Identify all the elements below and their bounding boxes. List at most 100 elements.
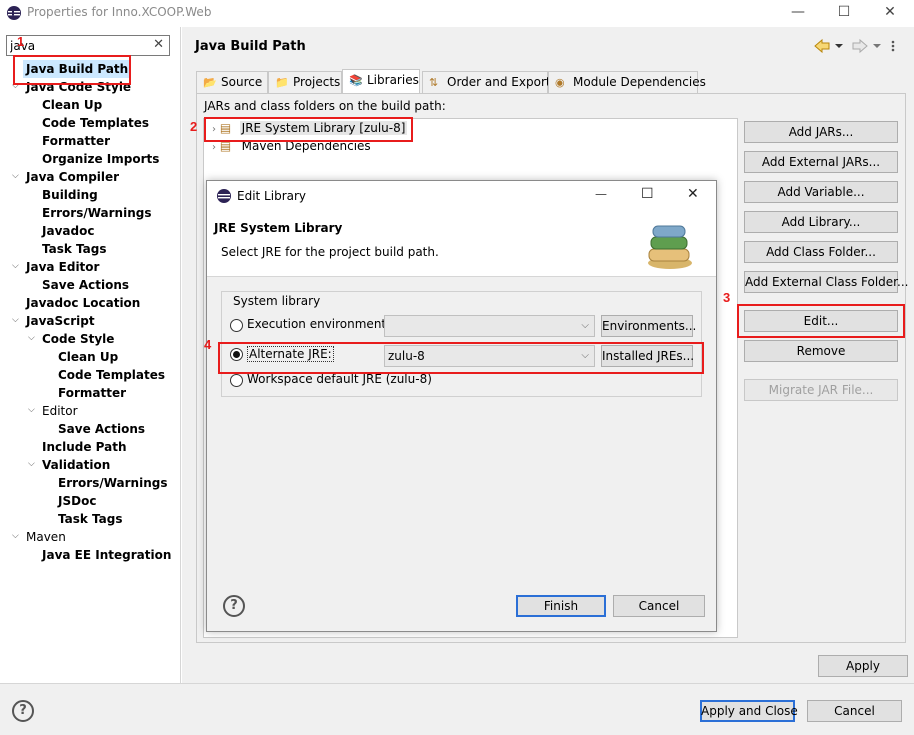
tree-item[interactable]: Task Tags	[42, 240, 107, 258]
library-entry-maven[interactable]: › ▤ Maven Dependencies	[212, 139, 373, 153]
add-library-button[interactable]: Add Library...	[744, 211, 898, 233]
tree-item[interactable]: Organize Imports	[42, 150, 159, 168]
filter-field[interactable]: ✕	[6, 35, 170, 56]
filter-input[interactable]	[7, 36, 147, 55]
finish-button[interactable]: Finish	[516, 595, 606, 617]
workspace-default-label: Workspace default JRE (zulu-8)	[247, 372, 432, 386]
tree-item[interactable]: JavaScript	[26, 312, 95, 330]
workspace-default-radio[interactable]	[230, 374, 243, 387]
tab-libraries[interactable]: 📚 Libraries	[342, 69, 420, 93]
apply-button[interactable]: Apply	[818, 655, 908, 677]
chevron-down-icon: ⌵	[581, 320, 589, 331]
tree-item[interactable]: Errors/Warnings	[42, 204, 151, 222]
tree-item[interactable]: Code Templates	[58, 366, 165, 384]
dialog-maximize-button[interactable]: ☐	[641, 186, 654, 202]
back-menu-chevron-icon[interactable]	[835, 44, 843, 48]
add-variable-button[interactable]: Add Variable...	[744, 181, 898, 203]
dialog-header-title: JRE System Library	[214, 221, 343, 235]
tree-item[interactable]: Formatter	[58, 384, 126, 402]
tree-item[interactable]: Clean Up	[58, 348, 118, 366]
tree-item[interactable]: Java Build Path	[23, 60, 132, 78]
cancel-button[interactable]: Cancel	[807, 700, 902, 722]
add-external-jars-button[interactable]: Add External JARs...	[744, 151, 898, 173]
tree-item[interactable]: Java EE Integration	[42, 546, 171, 564]
expand-chevron-icon[interactable]: ⌵	[28, 333, 38, 343]
tab-source[interactable]: 📂 Source	[196, 71, 268, 93]
tree-item-label: JavaScript	[26, 314, 95, 328]
forward-menu-chevron-icon[interactable]	[873, 44, 881, 48]
library-entry-jre[interactable]: › ▤ JRE System Library [zulu-8]	[212, 121, 408, 135]
source-folder-icon: 📂	[203, 76, 217, 89]
tab-projects[interactable]: 📁 Projects	[268, 71, 342, 93]
forward-arrow-icon[interactable]	[852, 38, 868, 54]
window-title: Properties for Inno.XCOOP.Web	[27, 5, 212, 19]
tree-item[interactable]: Task Tags	[58, 510, 123, 528]
remove-button[interactable]: Remove	[744, 340, 898, 362]
tree-item[interactable]: Maven	[26, 528, 66, 546]
tree-item[interactable]: Validation	[42, 456, 110, 474]
tree-item-label: Editor	[42, 404, 78, 418]
tree-item-label: Java Editor	[26, 260, 100, 274]
tree-item-label: Java EE Integration	[42, 548, 172, 562]
close-button[interactable]: ✕	[867, 0, 913, 27]
environments-button[interactable]: Environments...	[601, 315, 696, 337]
tree-item[interactable]: Java Code Style	[26, 78, 131, 96]
expand-chevron-icon[interactable]: ⌵	[28, 405, 38, 415]
expand-chevron-icon[interactable]: ⌵	[12, 171, 22, 181]
add-external-class-folder-button[interactable]: Add External Class Folder...	[744, 271, 908, 293]
back-arrow-icon[interactable]	[814, 38, 830, 54]
tab-label: Module Dependencies	[573, 75, 706, 89]
tree-item-label: Java Build Path	[26, 62, 129, 76]
expand-chevron-icon[interactable]: ⌵	[12, 81, 22, 91]
dialog-minimize-button[interactable]: —	[595, 187, 607, 201]
expand-chevron-icon[interactable]: ›	[212, 142, 216, 153]
tree-item-label: Validation	[42, 458, 111, 472]
chevron-down-icon: ⌵	[581, 350, 589, 361]
apply-and-close-button[interactable]: Apply and Close	[700, 700, 798, 722]
tree-item[interactable]: Javadoc Location	[26, 294, 140, 312]
page-title: Java Build Path	[195, 39, 306, 54]
tree-item[interactable]: Editor	[42, 402, 78, 420]
tree-item[interactable]: Code Style	[42, 330, 114, 348]
installed-jres-button[interactable]: Installed JREs...	[601, 345, 694, 367]
tree-item-label: Java Code Style	[26, 80, 132, 94]
execution-environment-radio[interactable]	[230, 319, 243, 332]
tree-item[interactable]: Formatter	[42, 132, 110, 150]
expand-chevron-icon[interactable]: ›	[212, 124, 216, 135]
add-jars-button[interactable]: Add JARs...	[744, 121, 898, 143]
edit-button[interactable]: Edit...	[744, 310, 898, 332]
expand-chevron-icon[interactable]: ⌵	[12, 315, 22, 325]
module-icon: ◉	[555, 76, 565, 89]
tree-item[interactable]: Java Editor	[26, 258, 99, 276]
tree-item[interactable]: Clean Up	[42, 96, 102, 114]
expand-chevron-icon[interactable]: ⌵	[12, 531, 22, 541]
tree-item[interactable]: JSDoc	[58, 492, 96, 510]
help-icon[interactable]: ?	[12, 700, 34, 722]
alternate-jre-radio[interactable]	[230, 348, 243, 361]
dialog-cancel-button[interactable]: Cancel	[613, 595, 705, 617]
dialog-help-icon[interactable]: ?	[223, 595, 245, 617]
migrate-jar-button[interactable]: Migrate JAR File...	[744, 379, 898, 401]
expand-chevron-icon[interactable]: ⌵	[12, 261, 22, 271]
minimize-button[interactable]: —	[775, 0, 821, 27]
tree-item[interactable]: Building	[42, 186, 98, 204]
tab-order-and-export[interactable]: ⇅ Order and Export	[422, 71, 551, 93]
alternate-jre-select[interactable]: zulu-8 ⌵	[384, 345, 595, 367]
clear-filter-icon[interactable]: ✕	[153, 37, 164, 52]
tree-item-label: Code Style	[42, 332, 115, 346]
tree-item[interactable]: Save Actions	[42, 276, 129, 294]
add-class-folder-button[interactable]: Add Class Folder...	[744, 241, 898, 263]
tab-module-dependencies[interactable]: ◉ Module Dependencies	[548, 71, 706, 93]
dialog-header-description: Select JRE for the project build path.	[221, 245, 439, 259]
tree-item[interactable]: Save Actions	[58, 420, 145, 438]
expand-chevron-icon[interactable]: ⌵	[28, 459, 38, 469]
tree-item[interactable]: Errors/Warnings	[58, 474, 167, 492]
view-menu-icon[interactable]	[891, 40, 895, 52]
tree-item[interactable]: Code Templates	[42, 114, 149, 132]
execution-environment-select[interactable]: ⌵	[384, 315, 595, 337]
tree-item[interactable]: Javadoc	[42, 222, 94, 240]
maximize-button[interactable]: ☐	[821, 0, 867, 27]
dialog-close-button[interactable]: ✕	[687, 186, 699, 202]
tree-item[interactable]: Java Compiler	[26, 168, 119, 186]
tree-item[interactable]: Include Path	[42, 438, 127, 456]
